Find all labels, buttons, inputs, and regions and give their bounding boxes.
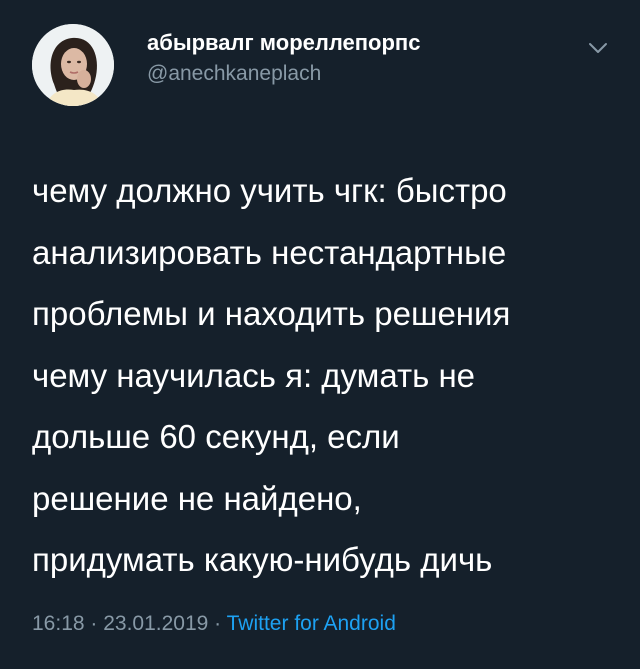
meta-separator: · <box>84 612 104 635</box>
tweet-text-line: решение не найдено, <box>32 479 362 517</box>
tweet-text-line: проблемы и находить решения <box>32 295 511 332</box>
tweet-text-line: анализировать нестандартные <box>32 233 507 271</box>
tweet-text-line: придумать какую-нибудь дичь <box>32 541 493 578</box>
author-handle[interactable]: @anechkaneplach <box>147 62 321 86</box>
avatar[interactable] <box>32 24 114 106</box>
tweet-card: абырвалг мореллепорпс @anechkaneplach че… <box>0 0 640 669</box>
tweet-date[interactable]: 23.01.2019 <box>103 612 208 635</box>
chevron-down-icon[interactable] <box>586 36 610 60</box>
profile-photo-icon <box>32 24 114 106</box>
tweet-meta: 16:18 · 23.01.2019 · Twitter for Android <box>32 612 396 636</box>
tweet-text-line: чему научилась я: думать не <box>32 356 476 394</box>
meta-separator: · <box>208 612 227 635</box>
chevron-down-icon-graphic <box>589 43 607 53</box>
author-display-name[interactable]: абырвалг мореллепорпс <box>147 30 420 56</box>
tweet-time[interactable]: 16:18 <box>32 612 85 635</box>
tweet-text: чему должно учить чгк: быстро анализиров… <box>32 160 622 591</box>
tweet-text-line: чему должно учить чгк: быстро <box>32 172 507 209</box>
tweet-text-line: дольше 60 секунд, если <box>32 418 400 455</box>
tweet-source-link[interactable]: Twitter for Android <box>227 612 396 635</box>
